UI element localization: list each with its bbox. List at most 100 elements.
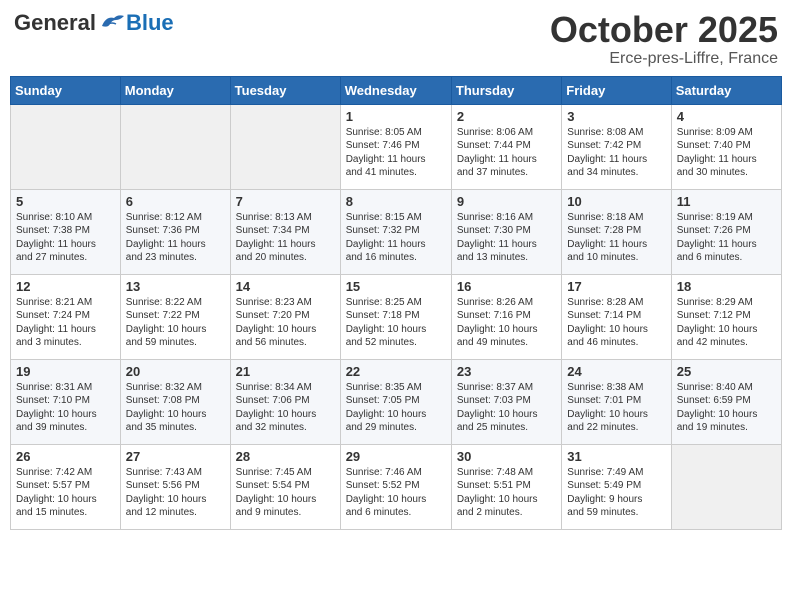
- day-info: Sunrise: 8:05 AM Sunset: 7:46 PM Dayligh…: [346, 126, 446, 180]
- day-info: Sunrise: 8:09 AM Sunset: 7:40 PM Dayligh…: [677, 126, 776, 180]
- page-header: General Blue October 2025 Erce-pres-Liff…: [10, 10, 782, 68]
- calendar-cell: [230, 104, 340, 189]
- day-info: Sunrise: 7:48 AM Sunset: 5:51 PM Dayligh…: [457, 466, 556, 520]
- day-info: Sunrise: 8:34 AM Sunset: 7:06 PM Dayligh…: [236, 381, 335, 435]
- calendar-cell: 30 Sunrise: 7:48 AM Sunset: 5:51 PM Dayli…: [451, 444, 561, 529]
- day-info: Sunrise: 8:13 AM Sunset: 7:34 PM Dayligh…: [236, 211, 335, 265]
- day-info: Sunrise: 7:46 AM Sunset: 5:52 PM Dayligh…: [346, 466, 446, 520]
- day-info: Sunrise: 8:32 AM Sunset: 7:08 PM Dayligh…: [126, 381, 225, 435]
- day-number: 13: [126, 279, 225, 294]
- calendar-day-header: Saturday: [671, 76, 781, 104]
- day-info: Sunrise: 8:12 AM Sunset: 7:36 PM Dayligh…: [126, 211, 225, 265]
- calendar-cell: 2 Sunrise: 8:06 AM Sunset: 7:44 PM Daylig…: [451, 104, 561, 189]
- day-number: 20: [126, 364, 225, 379]
- calendar-cell: 31Sunrise: 7:49 AM Sunset: 5:49 PM Dayli…: [562, 444, 671, 529]
- day-number: 15: [346, 279, 446, 294]
- day-info: Sunrise: 8:38 AM Sunset: 7:01 PM Dayligh…: [567, 381, 665, 435]
- day-number: 17: [567, 279, 665, 294]
- calendar-cell: 3 Sunrise: 8:08 AM Sunset: 7:42 PM Daylig…: [562, 104, 671, 189]
- calendar-cell: 21 Sunrise: 8:34 AM Sunset: 7:06 PM Dayli…: [230, 359, 340, 444]
- day-number: 11: [677, 194, 776, 209]
- calendar-cell: 6 Sunrise: 8:12 AM Sunset: 7:36 PM Daylig…: [120, 189, 230, 274]
- day-info: Sunrise: 8:31 AM Sunset: 7:10 PM Dayligh…: [16, 381, 115, 435]
- day-number: 9: [457, 194, 556, 209]
- calendar-cell: 17 Sunrise: 8:28 AM Sunset: 7:14 PM Dayli…: [562, 274, 671, 359]
- calendar-cell: 18Sunrise: 8:29 AM Sunset: 7:12 PM Dayli…: [671, 274, 781, 359]
- calendar-cell: 10Sunrise: 8:18 AM Sunset: 7:28 PM Dayli…: [562, 189, 671, 274]
- day-info: Sunrise: 8:15 AM Sunset: 7:32 PM Dayligh…: [346, 211, 446, 265]
- calendar-cell: [11, 104, 121, 189]
- day-info: Sunrise: 7:43 AM Sunset: 5:56 PM Dayligh…: [126, 466, 225, 520]
- calendar-day-header: Sunday: [11, 76, 121, 104]
- day-number: 29: [346, 449, 446, 464]
- calendar-day-header: Friday: [562, 76, 671, 104]
- day-info: Sunrise: 8:10 AM Sunset: 7:38 PM Dayligh…: [16, 211, 115, 265]
- day-number: 21: [236, 364, 335, 379]
- calendar-cell: 5 Sunrise: 8:10 AM Sunset: 7:38 PM Daylig…: [11, 189, 121, 274]
- calendar-cell: 15 Sunrise: 8:25 AM Sunset: 7:18 PM Dayli…: [340, 274, 451, 359]
- logo-blue-text: Blue: [126, 10, 174, 36]
- day-info: Sunrise: 7:45 AM Sunset: 5:54 PM Dayligh…: [236, 466, 335, 520]
- day-number: 3: [567, 109, 665, 124]
- day-info: Sunrise: 8:21 AM Sunset: 7:24 PM Dayligh…: [16, 296, 115, 350]
- calendar-cell: 24 Sunrise: 8:38 AM Sunset: 7:01 PM Dayli…: [562, 359, 671, 444]
- day-info: Sunrise: 8:08 AM Sunset: 7:42 PM Dayligh…: [567, 126, 665, 180]
- day-number: 23: [457, 364, 556, 379]
- calendar-day-header: Thursday: [451, 76, 561, 104]
- day-number: 16: [457, 279, 556, 294]
- day-number: 2: [457, 109, 556, 124]
- calendar-cell: 26Sunrise: 7:42 AM Sunset: 5:57 PM Dayli…: [11, 444, 121, 529]
- month-title: October 2025: [550, 10, 778, 50]
- calendar-cell: [671, 444, 781, 529]
- day-info: Sunrise: 8:23 AM Sunset: 7:20 PM Dayligh…: [236, 296, 335, 350]
- day-number: 25: [677, 364, 776, 379]
- calendar-day-header: Wednesday: [340, 76, 451, 104]
- day-number: 1: [346, 109, 446, 124]
- calendar-cell: 4 Sunrise: 8:09 AM Sunset: 7:40 PM Daylig…: [671, 104, 781, 189]
- day-number: 5: [16, 194, 115, 209]
- day-number: 6: [126, 194, 225, 209]
- day-number: 22: [346, 364, 446, 379]
- calendar-cell: 19 Sunrise: 8:31 AM Sunset: 7:10 PM Dayli…: [11, 359, 121, 444]
- day-info: Sunrise: 8:19 AM Sunset: 7:26 PM Dayligh…: [677, 211, 776, 265]
- logo-bird-icon: [98, 12, 126, 34]
- calendar-cell: 22 Sunrise: 8:35 AM Sunset: 7:05 PM Dayli…: [340, 359, 451, 444]
- calendar-cell: 13 Sunrise: 8:22 AM Sunset: 7:22 PM Dayli…: [120, 274, 230, 359]
- calendar-cell: 27 Sunrise: 7:43 AM Sunset: 5:56 PM Dayli…: [120, 444, 230, 529]
- day-info: Sunrise: 8:25 AM Sunset: 7:18 PM Dayligh…: [346, 296, 446, 350]
- day-number: 28: [236, 449, 335, 464]
- calendar-cell: 29 Sunrise: 7:46 AM Sunset: 5:52 PM Dayli…: [340, 444, 451, 529]
- logo: General Blue: [14, 10, 174, 36]
- calendar-cell: 9Sunrise: 8:16 AM Sunset: 7:30 PM Daylig…: [451, 189, 561, 274]
- calendar-day-header: Monday: [120, 76, 230, 104]
- calendar-cell: 1 Sunrise: 8:05 AM Sunset: 7:46 PM Daylig…: [340, 104, 451, 189]
- day-number: 27: [126, 449, 225, 464]
- day-number: 18: [677, 279, 776, 294]
- calendar-cell: 11 Sunrise: 8:19 AM Sunset: 7:26 PM Dayli…: [671, 189, 781, 274]
- calendar-cell: 7 Sunrise: 8:13 AM Sunset: 7:34 PM Daylig…: [230, 189, 340, 274]
- calendar-week-row: 12Sunrise: 8:21 AM Sunset: 7:24 PM Dayli…: [11, 274, 782, 359]
- calendar-table: SundayMondayTuesdayWednesdayThursdayFrid…: [10, 76, 782, 530]
- day-number: 30: [457, 449, 556, 464]
- day-number: 14: [236, 279, 335, 294]
- day-info: Sunrise: 8:28 AM Sunset: 7:14 PM Dayligh…: [567, 296, 665, 350]
- calendar-cell: 25Sunrise: 8:40 AM Sunset: 6:59 PM Dayli…: [671, 359, 781, 444]
- day-number: 4: [677, 109, 776, 124]
- day-number: 24: [567, 364, 665, 379]
- calendar-cell: 8 Sunrise: 8:15 AM Sunset: 7:32 PM Daylig…: [340, 189, 451, 274]
- day-info: Sunrise: 8:35 AM Sunset: 7:05 PM Dayligh…: [346, 381, 446, 435]
- calendar-header-row: SundayMondayTuesdayWednesdayThursdayFrid…: [11, 76, 782, 104]
- day-info: Sunrise: 7:42 AM Sunset: 5:57 PM Dayligh…: [16, 466, 115, 520]
- calendar-cell: [120, 104, 230, 189]
- day-number: 7: [236, 194, 335, 209]
- day-number: 8: [346, 194, 446, 209]
- calendar-week-row: 19 Sunrise: 8:31 AM Sunset: 7:10 PM Dayli…: [11, 359, 782, 444]
- location: Erce-pres-Liffre, France: [550, 50, 778, 68]
- day-info: Sunrise: 8:06 AM Sunset: 7:44 PM Dayligh…: [457, 126, 556, 180]
- calendar-cell: 28 Sunrise: 7:45 AM Sunset: 5:54 PM Dayli…: [230, 444, 340, 529]
- calendar-cell: 12Sunrise: 8:21 AM Sunset: 7:24 PM Dayli…: [11, 274, 121, 359]
- day-info: Sunrise: 8:22 AM Sunset: 7:22 PM Dayligh…: [126, 296, 225, 350]
- day-info: Sunrise: 8:18 AM Sunset: 7:28 PM Dayligh…: [567, 211, 665, 265]
- calendar-cell: 23Sunrise: 8:37 AM Sunset: 7:03 PM Dayli…: [451, 359, 561, 444]
- day-number: 19: [16, 364, 115, 379]
